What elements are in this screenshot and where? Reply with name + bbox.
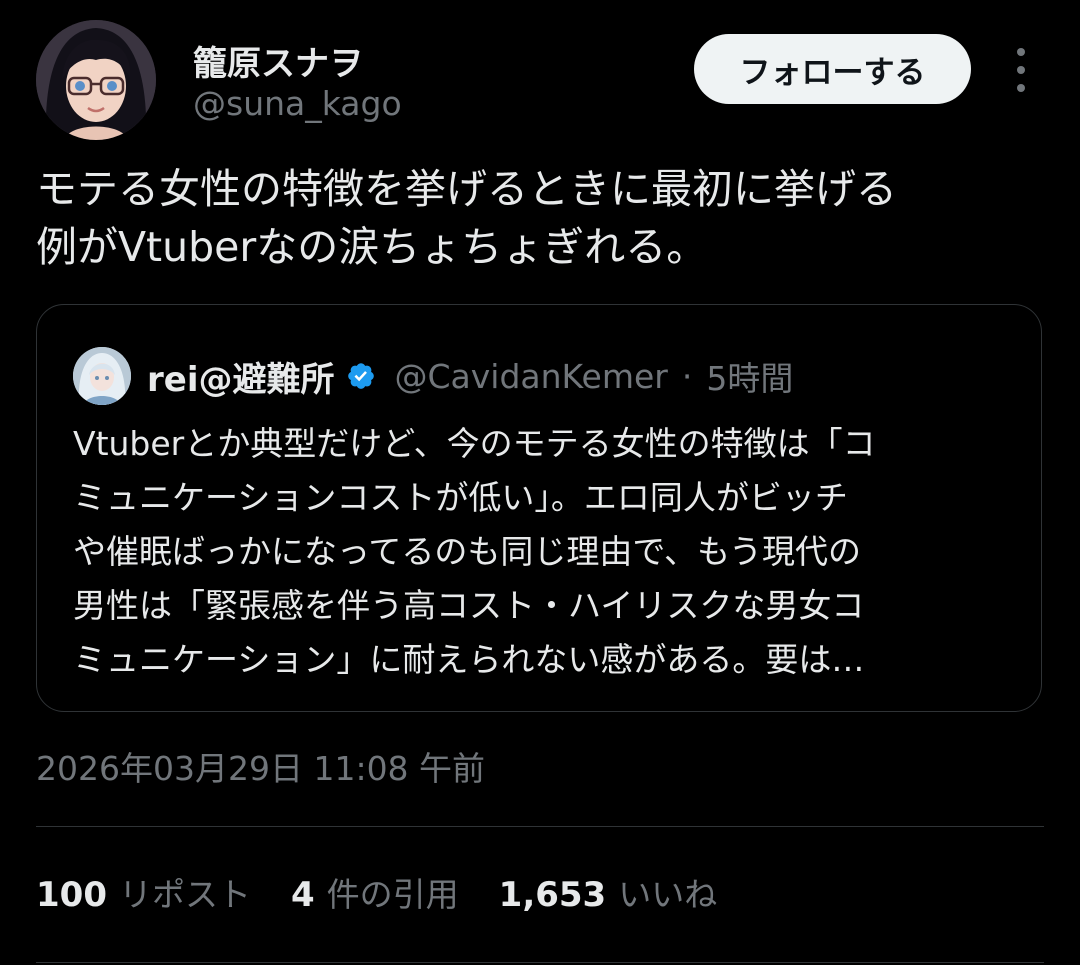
reposts-stat[interactable]: 100 リポスト xyxy=(36,868,251,916)
dot-separator: · xyxy=(681,356,693,396)
author-avatar[interactable] xyxy=(36,20,156,140)
quoted-author-name[interactable]: rei@避難所 xyxy=(147,352,334,401)
quotes-stat[interactable]: 4 件の引用 xyxy=(291,868,459,916)
tweet-text: モテる女性の特徴を挙げるときに最初に挙げる 例がVtuberなの涙ちょちょぎれる… xyxy=(36,165,897,271)
verified-badge-icon xyxy=(348,363,375,389)
quoted-tweet-header: rei@避難所 @CavidanKemer · 5時間 xyxy=(147,347,793,405)
more-dot xyxy=(1017,66,1025,74)
reposts-count: 100 xyxy=(36,875,107,915)
engagement-stats: 100 リポスト 4 件の引用 1,653 いいね xyxy=(36,868,717,916)
quoted-tweet-time[interactable]: 5時間 xyxy=(706,352,793,400)
follow-button[interactable]: フォローする xyxy=(694,34,971,104)
quoted-tweet-text: Vtuberとか典型だけど、今のモテる女性の特徴は「コ ミュニケーションコストが… xyxy=(73,424,876,679)
more-dot xyxy=(1017,84,1025,92)
tweet-timestamp[interactable]: 2026年03月29日 11:08 午前 xyxy=(36,742,485,790)
quoted-author-avatar[interactable] xyxy=(73,347,131,405)
likes-label: いいね xyxy=(618,875,718,914)
quotes-count: 4 xyxy=(290,875,315,915)
more-dot xyxy=(1017,48,1025,56)
likes-stat[interactable]: 1,653 いいね xyxy=(499,868,718,916)
quoted-author-handle[interactable]: @CavidanKemer xyxy=(394,357,667,396)
divider xyxy=(36,962,1044,963)
quoted-tweet-card[interactable]: rei@避難所 @CavidanKemer · 5時間 Vtuberとか典型だけ… xyxy=(36,304,1042,712)
author-name[interactable]: 籠原スナヲ xyxy=(193,36,363,85)
author-handle[interactable]: @suna_kago xyxy=(193,84,402,123)
quoted-avatar-image xyxy=(73,347,131,405)
divider xyxy=(36,826,1044,827)
anime-avatar-image xyxy=(36,20,156,140)
quotes-label: 件の引用 xyxy=(326,875,459,914)
likes-count: 1,653 xyxy=(498,875,607,915)
reposts-label: リポスト xyxy=(118,875,251,914)
more-options-icon[interactable] xyxy=(1003,48,1039,92)
